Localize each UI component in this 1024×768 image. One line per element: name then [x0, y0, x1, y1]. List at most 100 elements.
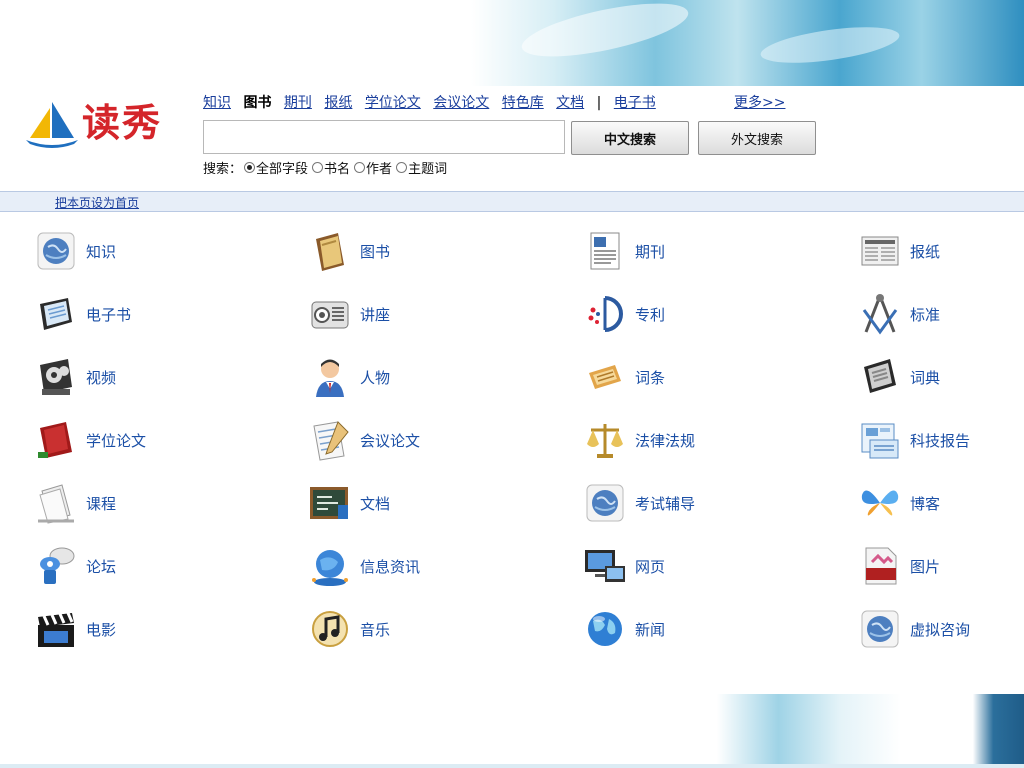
search-input[interactable] — [203, 120, 565, 154]
earth-icon[interactable] — [583, 607, 627, 651]
foreign-search-button[interactable]: 外文搜索 — [698, 121, 816, 155]
lecture-icon[interactable] — [308, 292, 352, 336]
category-label[interactable]: 人物 — [360, 367, 390, 388]
music-note-icon[interactable] — [308, 607, 352, 651]
notepad-icon[interactable] — [308, 418, 352, 462]
category-label[interactable]: 词条 — [635, 367, 665, 388]
category-label[interactable]: 会议论文 — [360, 430, 420, 451]
category-label[interactable]: 虚拟咨询 — [910, 619, 970, 640]
category-item[interactable]: 虚拟咨询 — [858, 605, 1024, 653]
category-label[interactable]: 科技报告 — [910, 430, 970, 451]
nav-tab-conference-papers[interactable]: 会议论文 — [433, 95, 489, 111]
category-item[interactable]: 讲座 — [308, 290, 568, 338]
nav-tab-newspapers[interactable]: 报纸 — [324, 95, 352, 111]
category-label[interactable]: 标准 — [910, 304, 940, 325]
category-item[interactable]: 视频 — [34, 353, 294, 401]
nav-tab-special-collections[interactable]: 特色库 — [502, 95, 544, 111]
option-title[interactable]: 书名 — [310, 158, 350, 177]
radio-all-fields[interactable] — [244, 162, 256, 173]
pages-icon[interactable] — [34, 481, 78, 525]
nav-tab-journals[interactable]: 期刊 — [284, 95, 312, 111]
category-item[interactable]: 论坛 — [34, 542, 294, 590]
nav-tab-knowledge[interactable]: 知识 — [203, 95, 231, 111]
chinese-search-button[interactable]: 中文搜索 — [571, 121, 689, 155]
set-homepage-link[interactable]: 把本页设为首页 — [55, 194, 139, 211]
option-subject[interactable]: 主题词 — [394, 158, 447, 177]
option-author[interactable]: 作者 — [352, 158, 392, 177]
category-item[interactable]: 新闻 — [583, 605, 843, 653]
category-item[interactable]: 法律法规 — [583, 416, 843, 464]
journal-icon[interactable] — [583, 229, 627, 273]
nav-tab-theses[interactable]: 学位论文 — [365, 95, 421, 111]
category-item[interactable]: 词典 — [858, 353, 1024, 401]
globe-icon[interactable] — [583, 481, 627, 525]
category-item[interactable]: 词条 — [583, 353, 843, 401]
newspaper-icon[interactable] — [858, 229, 902, 273]
category-label[interactable]: 电子书 — [86, 304, 131, 325]
category-item[interactable]: 期刊 — [583, 227, 843, 275]
patent-icon[interactable] — [583, 292, 627, 336]
compass-icon[interactable] — [858, 292, 902, 336]
category-label[interactable]: 新闻 — [635, 619, 665, 640]
category-label[interactable]: 文档 — [360, 493, 390, 514]
monitor-icon[interactable] — [583, 544, 627, 588]
nav-more-link[interactable]: 更多>> — [734, 92, 785, 112]
category-item[interactable]: 知识 — [34, 227, 294, 275]
category-item[interactable]: 文档 — [308, 479, 568, 527]
category-item[interactable]: 会议论文 — [308, 416, 568, 464]
globe-icon[interactable] — [858, 607, 902, 651]
category-item[interactable]: 信息资讯 — [308, 542, 568, 590]
category-item[interactable]: 科技报告 — [858, 416, 1024, 464]
scales-icon[interactable] — [583, 418, 627, 462]
category-label[interactable]: 课程 — [86, 493, 116, 514]
category-item[interactable]: 电影 — [34, 605, 294, 653]
person-icon[interactable] — [308, 355, 352, 399]
radio-title[interactable] — [312, 162, 324, 173]
category-item[interactable]: 学位论文 — [34, 416, 294, 464]
category-label[interactable]: 考试辅导 — [635, 493, 695, 514]
category-label[interactable]: 知识 — [86, 241, 116, 262]
category-item[interactable]: 报纸 — [858, 227, 1024, 275]
ebook-icon[interactable] — [34, 292, 78, 336]
category-item[interactable]: 考试辅导 — [583, 479, 843, 527]
category-label[interactable]: 词典 — [910, 367, 940, 388]
blackboard-icon[interactable] — [308, 481, 352, 525]
jpeg-icon[interactable] — [858, 544, 902, 588]
duxiu-logo[interactable]: 读秀 — [24, 96, 164, 152]
category-item[interactable]: 网页 — [583, 542, 843, 590]
category-item[interactable]: 图书 — [308, 227, 568, 275]
category-label[interactable]: 期刊 — [635, 241, 665, 262]
category-item[interactable]: 专利 — [583, 290, 843, 338]
category-label[interactable]: 报纸 — [910, 241, 940, 262]
category-label[interactable]: 图片 — [910, 556, 940, 577]
category-item[interactable]: 标准 — [858, 290, 1024, 338]
clapperboard-icon[interactable] — [34, 607, 78, 651]
category-label[interactable]: 学位论文 — [86, 430, 146, 451]
nav-tab-documents[interactable]: 文档 — [556, 95, 584, 111]
category-label[interactable]: 博客 — [910, 493, 940, 514]
thesis-book-icon[interactable] — [34, 418, 78, 462]
nav-tab-books[interactable]: 图书 — [243, 95, 271, 111]
category-item[interactable]: 电子书 — [34, 290, 294, 338]
nav-tab-ebooks[interactable]: 电子书 — [614, 95, 656, 111]
network-globe-icon[interactable] — [308, 544, 352, 588]
category-item[interactable]: 音乐 — [308, 605, 568, 653]
film-reel-icon[interactable] — [34, 355, 78, 399]
radio-author[interactable] — [354, 162, 366, 173]
globe-icon[interactable] — [34, 229, 78, 273]
dictionary-icon[interactable] — [858, 355, 902, 399]
category-label[interactable]: 视频 — [86, 367, 116, 388]
category-item[interactable]: 课程 — [34, 479, 294, 527]
scroll-icon[interactable] — [583, 355, 627, 399]
forum-icon[interactable] — [34, 544, 78, 588]
category-label[interactable]: 论坛 — [86, 556, 116, 577]
category-label[interactable]: 法律法规 — [635, 430, 695, 451]
category-label[interactable]: 电影 — [86, 619, 116, 640]
category-item[interactable]: 人物 — [308, 353, 568, 401]
category-label[interactable]: 音乐 — [360, 619, 390, 640]
category-label[interactable]: 信息资讯 — [360, 556, 420, 577]
option-all-fields[interactable]: 全部字段 — [242, 158, 308, 177]
category-label[interactable]: 讲座 — [360, 304, 390, 325]
book-icon[interactable] — [308, 229, 352, 273]
radio-subject[interactable] — [396, 162, 408, 173]
